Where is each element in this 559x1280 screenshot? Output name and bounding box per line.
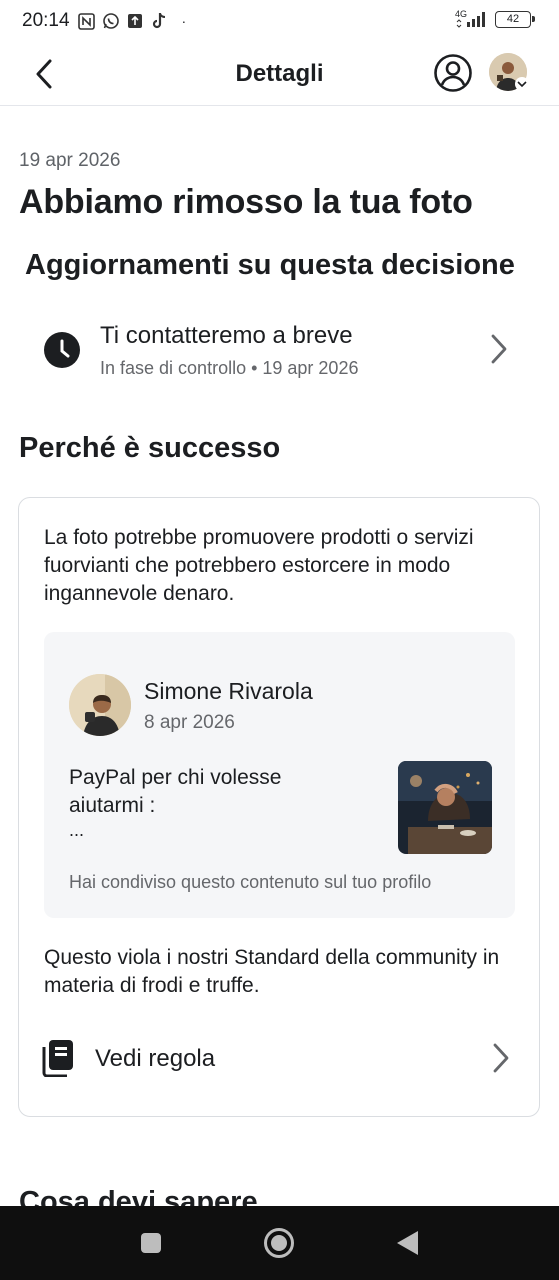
back-nav-button[interactable] [390,1226,424,1260]
battery-level: 42 [506,13,520,25]
removed-post-preview: Simone Rivarola 8 apr 2026 PayPal per ch… [44,632,515,918]
clock-icon [44,332,80,368]
what-to-know-heading: Cosa devi sapere [19,1186,258,1208]
update-subtitle: In fase di controllo • 19 apr 2026 [100,358,359,378]
chevron-down-icon [515,77,529,91]
chevron-right-icon [493,1043,509,1073]
updates-heading: Aggiornamenti su questa decisione [25,249,515,281]
status-dot: · [181,13,187,29]
why-heading: Perché è successo [19,432,281,464]
page-title: Dettagli [235,60,324,87]
view-rule-label: Vedi regola [95,1045,216,1072]
battery-icon: 42 [495,10,535,28]
post-shared-note: Hai condiviso questo contenuto sul tuo p… [69,872,432,892]
home-button[interactable] [262,1226,296,1260]
profile-avatar-button[interactable] [489,53,531,93]
status-notification-icons: · [78,12,187,30]
upload-icon [126,12,144,30]
whatsapp-icon [102,12,120,30]
signal-icon: 4G [455,8,489,30]
account-circle-icon [434,54,472,92]
system-nav-bar [0,1206,559,1280]
violation-text: Questo viola i nostri Standard della com… [44,946,500,997]
nfc-icon [78,12,96,30]
tiktok-icon [150,12,168,30]
view-rule-button[interactable]: Vedi regola [19,1023,539,1093]
post-date: 8 apr 2026 [144,712,235,733]
nav-home-icon [264,1228,294,1258]
status-system-icons: 4G 42 [455,8,535,30]
update-title: Ti contatteremo a breve [100,322,353,349]
network-type: 4G [455,9,468,19]
post-text: PayPal per chi volesse aiutarmi : [69,766,282,817]
account-button[interactable] [433,53,473,93]
status-time: 20:14 [22,10,70,31]
nav-back-icon [397,1231,418,1255]
post-photo-thumbnail[interactable] [398,761,492,854]
decision-date: 19 apr 2026 [19,150,121,171]
recents-button[interactable] [134,1226,168,1260]
app-header: Dettagli [0,42,559,106]
post-author-name: Simone Rivarola [144,678,313,704]
rule-book-icon [42,1040,73,1077]
post-author-avatar [69,674,131,736]
status-bar: 20:14 · 4G 42 [0,0,559,42]
post-ellipsis: ... [69,820,85,840]
update-status-row[interactable]: Ti contatteremo a breve In fase di contr… [0,306,559,396]
reason-card: La foto potrebbe promuovere prodotti o s… [18,497,540,1117]
main-title: Abbiamo rimosso la tua foto [19,183,473,221]
reason-text: La foto potrebbe promuovere prodotti o s… [44,526,474,605]
chevron-right-icon [491,334,507,364]
nav-square-icon [141,1233,161,1253]
